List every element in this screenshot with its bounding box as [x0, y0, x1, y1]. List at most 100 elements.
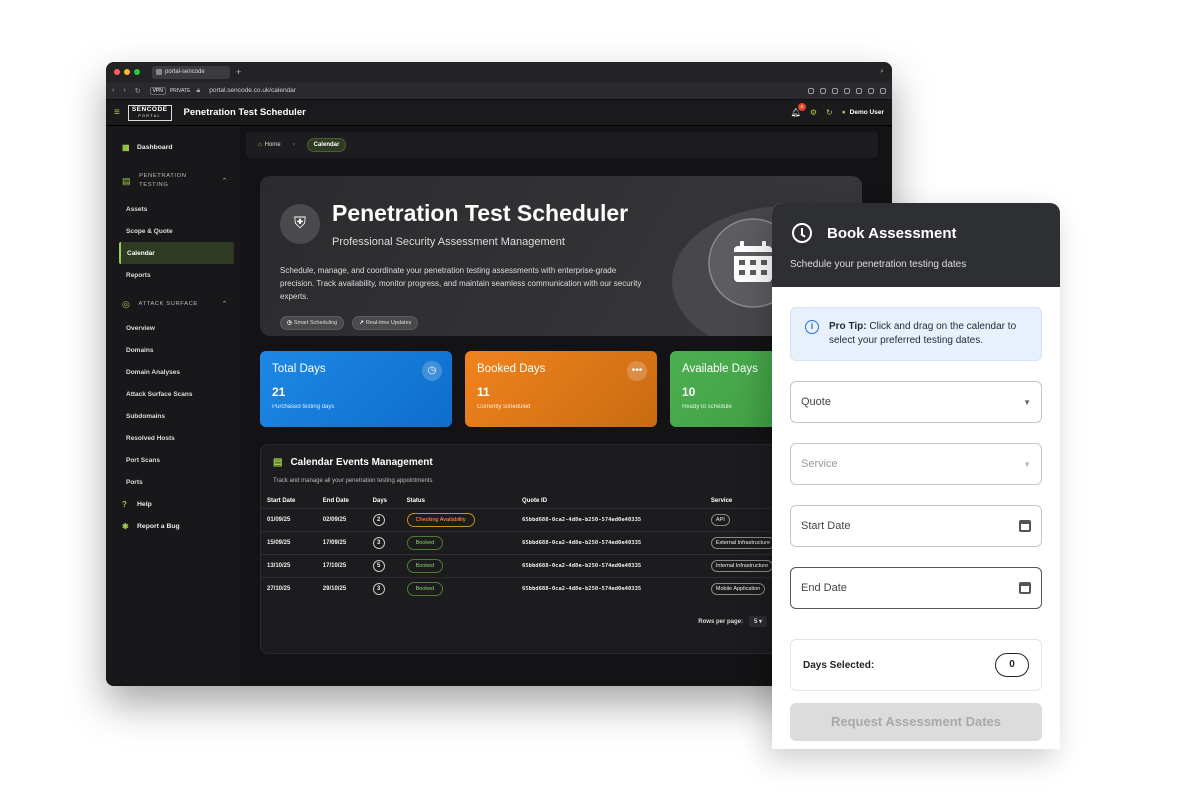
- home-icon: ⌂: [258, 142, 262, 148]
- sidebar-item-reports[interactable]: Reports: [106, 264, 240, 286]
- minimize-window-button[interactable]: [124, 69, 130, 75]
- sidebar-item-domain-analyses[interactable]: Domain Analyses: [106, 361, 240, 383]
- service-select[interactable]: Service ▼: [790, 443, 1042, 485]
- chip-realtime-updates: ↗ Real-time Updates: [352, 316, 419, 330]
- app-header: ≡ SENCODE PORTAL Penetration Test Schedu…: [106, 100, 892, 126]
- sidebar-item-resolved-hosts[interactable]: Resolved Hosts: [106, 427, 240, 449]
- cell-quote-id: 65bbd688-0ca2-4d8e-b250-574ed0e40335: [516, 531, 705, 555]
- calendar-icon[interactable]: [1019, 520, 1031, 532]
- bug-icon: ✱: [122, 521, 129, 531]
- hero-chips: ◷ Smart Scheduling ↗ Real-time Updates: [280, 316, 419, 330]
- end-date-field[interactable]: End Date: [790, 567, 1042, 609]
- new-tab-icon[interactable]: +: [236, 67, 241, 77]
- status-badge: Checking Availability: [406, 513, 475, 527]
- sidebar-item-port-scans[interactable]: Port Scans: [106, 449, 240, 471]
- reload-icon[interactable]: ↻: [135, 87, 141, 95]
- request-assessment-button[interactable]: Request Assessment Dates: [790, 703, 1042, 741]
- column-header[interactable]: Days: [367, 494, 401, 509]
- book-subtitle: Schedule your penetration testing dates: [790, 259, 967, 270]
- sidebar-group-attack-surface[interactable]: ◎ ATTACK SURFACE ⌃: [106, 300, 240, 309]
- tab-search-icon[interactable]: ⌕: [880, 68, 884, 76]
- quote-select-label: Quote: [801, 396, 831, 408]
- breadcrumb-current: Calendar: [306, 138, 347, 152]
- info-icon: i: [805, 320, 819, 334]
- chevron-down-icon: ▼: [1023, 397, 1031, 407]
- calendar-list-icon: ▤: [273, 457, 283, 468]
- refresh-icon[interactable]: ↻: [826, 108, 833, 117]
- extension-icon[interactable]: [856, 87, 862, 94]
- rows-per-page-select[interactable]: 5 ▾: [748, 616, 767, 627]
- column-header[interactable]: Service: [705, 494, 779, 509]
- column-header[interactable]: Start Date: [261, 494, 317, 509]
- cell-status: Booked: [400, 577, 517, 600]
- days-pill: 3: [372, 537, 385, 549]
- sidebar-item-domains[interactable]: Domains: [106, 339, 240, 361]
- service-badge: Internal Infrastructure: [710, 560, 774, 572]
- maximize-window-button[interactable]: [134, 69, 140, 75]
- extension-icon[interactable]: [844, 87, 850, 94]
- user-menu[interactable]: ● Demo User: [842, 109, 884, 116]
- cell-end-date: 17/09/25: [316, 531, 367, 555]
- header-actions: 🔔︎ 0 ⚙ ↻ ● Demo User: [791, 103, 884, 117]
- menu-icon[interactable]: ≡: [114, 107, 120, 118]
- forward-icon[interactable]: ›: [123, 87, 125, 94]
- close-window-button[interactable]: [114, 69, 120, 75]
- user-icon: ●: [841, 109, 846, 116]
- shield-icon: ⛨: [280, 204, 320, 244]
- breadcrumb-home[interactable]: ⌂ Home: [258, 142, 281, 148]
- sidebar-item-subdomains[interactable]: Subdomains: [106, 405, 240, 427]
- sidebar-item-dashboard[interactable]: ▦ Dashboard: [106, 136, 240, 158]
- sidebar-item-scope-quote[interactable]: Scope & Quote: [106, 220, 240, 242]
- chip-smart-scheduling: ◷ Smart Scheduling: [280, 316, 345, 330]
- column-header[interactable]: End Date: [317, 494, 367, 509]
- browser-tab[interactable]: portal-sencode: [152, 65, 230, 79]
- column-header[interactable]: Status: [401, 494, 516, 509]
- sidebar-item-assets[interactable]: Assets: [106, 198, 240, 220]
- sidebar: ▦ Dashboard ▤ PENETRATION TESTING ⌃ Asse…: [106, 126, 240, 686]
- logo[interactable]: SENCODE PORTAL: [127, 104, 172, 121]
- stat-card-booked-days: Booked Days 11 Currently scheduled •••: [465, 351, 657, 427]
- cell-end-date: 02/09/25: [316, 508, 367, 532]
- stat-caption: Currently scheduled: [477, 404, 531, 410]
- column-header[interactable]: Quote ID: [516, 494, 705, 509]
- vpn-badge[interactable]: VPN: [149, 86, 166, 95]
- days-pill: 3: [372, 583, 385, 595]
- table-row[interactable]: 15/09/25 17/09/25 3 Booked 65bbd688-0ca2…: [261, 531, 779, 555]
- gear-icon[interactable]: ⚙: [810, 108, 817, 117]
- table-row[interactable]: 13/10/25 17/10/25 5 Booked 65bbd688-0ca2…: [261, 554, 779, 578]
- table-row[interactable]: 01/09/25 02/09/25 2 Checking Availabilit…: [261, 508, 779, 532]
- sidebar-group-penetration-testing[interactable]: ▤ PENETRATION TESTING ⌃: [106, 172, 240, 190]
- extension-icon[interactable]: [832, 87, 838, 94]
- cell-service: API: [704, 508, 779, 532]
- cell-days: 3: [366, 577, 401, 600]
- days-selected-count: 0: [995, 653, 1029, 677]
- pro-tip: i Pro Tip: Click and drag on the calenda…: [790, 307, 1042, 361]
- hero-title: Penetration Test Scheduler: [332, 200, 629, 226]
- book-title: Book Assessment: [790, 223, 1042, 243]
- extension-icon[interactable]: [808, 87, 814, 94]
- bell-icon[interactable]: 🔔︎ 0: [791, 103, 806, 117]
- help-icon: ?: [122, 499, 127, 509]
- calendar-icon[interactable]: [1019, 582, 1031, 594]
- cell-status: Checking Availability: [400, 508, 517, 532]
- book-assessment-panel: Book Assessment Schedule your penetratio…: [772, 203, 1060, 749]
- sidebar-item-report-bug[interactable]: ✱ Report a Bug: [106, 515, 240, 537]
- sidebar-item-ports[interactable]: Ports: [106, 471, 240, 493]
- pro-tip-label: Pro Tip:: [829, 321, 867, 332]
- table-row[interactable]: 27/10/25 29/10/25 3 Booked 65bbd688-0ca2…: [261, 577, 779, 600]
- stat-label: Booked Days: [477, 363, 546, 375]
- start-date-field[interactable]: Start Date: [790, 505, 1042, 547]
- url-field[interactable]: portal.sencode.co.uk/calendar: [209, 87, 296, 94]
- extension-icon[interactable]: [868, 87, 874, 94]
- settings-icon[interactable]: [880, 87, 886, 94]
- back-icon[interactable]: ‹: [112, 87, 114, 94]
- sidebar-item-calendar[interactable]: Calendar: [119, 242, 234, 264]
- quote-select[interactable]: Quote ▼: [790, 381, 1042, 423]
- events-title-text: Calendar Events Management: [290, 457, 433, 468]
- extension-icon[interactable]: [820, 87, 826, 94]
- sidebar-item-overview[interactable]: Overview: [106, 317, 240, 339]
- book-title-text: Book Assessment: [827, 224, 957, 242]
- sidebar-item-attack-surface-scans[interactable]: Attack Surface Scans: [106, 383, 240, 405]
- sidebar-item-help[interactable]: ? Help: [106, 493, 240, 515]
- cell-start-date: 01/09/25: [261, 508, 317, 532]
